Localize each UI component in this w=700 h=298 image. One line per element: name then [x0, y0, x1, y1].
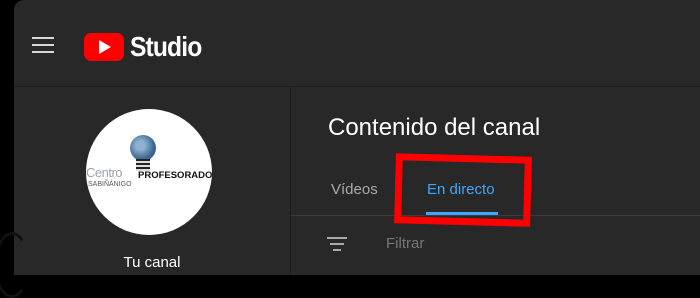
- filter-input[interactable]: Filtrar: [386, 235, 424, 252]
- sidebar: Centro PROFESORADO SABIÑÁNIGO Tu canal: [14, 87, 291, 275]
- page-title: Contenido del canal: [328, 114, 541, 141]
- avatar-text-centro: Centro: [86, 165, 123, 180]
- channel-avatar[interactable]: Centro PROFESORADO SABIÑÁNIGO: [86, 109, 212, 235]
- top-bar: Studio: [14, 0, 700, 87]
- youtube-logo-icon: [84, 33, 124, 61]
- avatar-text-location: SABIÑÁNIGO: [88, 181, 132, 188]
- logo-text: Studio: [130, 31, 202, 62]
- tab-videos[interactable]: Vídeos: [331, 181, 378, 198]
- studio-window: Studio Centro PROFESORADO SABIÑÁNIGO Tu …: [14, 0, 700, 275]
- filter-icon[interactable]: [327, 237, 347, 251]
- red-highlight-box: [394, 153, 532, 227]
- your-channel-label[interactable]: Tu canal: [14, 254, 290, 271]
- menu-icon[interactable]: [32, 37, 54, 53]
- studio-logo[interactable]: Studio: [84, 31, 211, 63]
- lightbulb-icon: [130, 135, 156, 161]
- avatar-text-profesorado: PROFESORADO: [138, 170, 212, 181]
